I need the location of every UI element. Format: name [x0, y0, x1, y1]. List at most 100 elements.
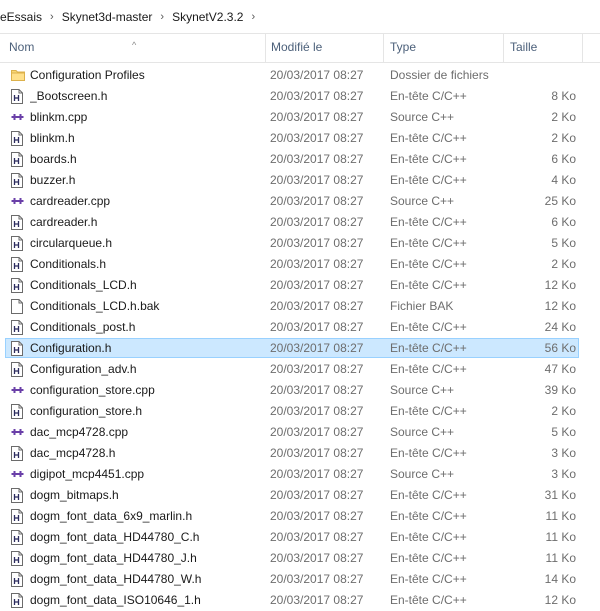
file-list: Configuration Profiles 20/03/2017 08:27 Do…: [0, 65, 600, 611]
file-row[interactable]: cardreader.cpp 20/03/2017 08:27 Source C++…: [0, 191, 600, 212]
file-name: Configuration_adv.h: [30, 362, 137, 376]
file-row[interactable]: _Bootscreen.h 20/03/2017 08:27 En-tête C/C…: [0, 86, 600, 107]
file-type: Dossier de fichiers: [390, 68, 489, 82]
file-modified-date: 20/03/2017 08:27: [270, 299, 364, 313]
file-size: 2 Ko: [551, 110, 576, 124]
file-row[interactable]: dogm_bitmaps.h 20/03/2017 08:27 En-tête C/…: [0, 485, 600, 506]
file-row[interactable]: Configuration_adv.h 20/03/2017 08:27 En-tê…: [0, 359, 600, 380]
file-name: boards.h: [30, 152, 77, 166]
file-type: Source C++: [390, 383, 455, 397]
header-file-icon: [11, 278, 25, 293]
file-row[interactable]: Configuration.h 20/03/2017 08:27 En-tête C…: [0, 338, 600, 359]
file-row[interactable]: dac_mcp4728.cpp 20/03/2017 08:27 Source C+…: [0, 422, 600, 443]
file-type: En-tête C/C++: [390, 446, 467, 460]
header-file-icon: [11, 236, 25, 251]
file-modified-date: 20/03/2017 08:27: [270, 425, 364, 439]
file-modified-date: 20/03/2017 08:27: [270, 341, 364, 355]
file-type: En-tête C/C++: [390, 131, 467, 145]
file-row[interactable]: dogm_font_data_ISO10646_1.h 20/03/2017 08…: [0, 590, 600, 611]
breadcrumb-separator-icon[interactable]: ›: [156, 11, 168, 23]
file-modified-date: 20/03/2017 08:27: [270, 383, 364, 397]
file-row[interactable]: buzzer.h 20/03/2017 08:27 En-tête C/C++ 4 K…: [0, 170, 600, 191]
file-name: dogm_bitmaps.h: [30, 488, 119, 502]
cpp-file-icon: [11, 467, 25, 482]
file-row[interactable]: Conditionals_LCD.h 20/03/2017 08:27 En-têt…: [0, 275, 600, 296]
file-row[interactable]: Configuration Profiles 20/03/2017 08:27 Do…: [0, 65, 600, 86]
file-row[interactable]: blinkm.h 20/03/2017 08:27 En-tête C/C++ 2 K…: [0, 128, 600, 149]
file-name: blinkm.h: [30, 131, 75, 145]
file-row[interactable]: dogm_font_data_6x9_marlin.h 20/03/2017 08…: [0, 506, 600, 527]
file-row[interactable]: circularqueue.h 20/03/2017 08:27 En-tête C…: [0, 233, 600, 254]
file-size: 56 Ko: [544, 341, 576, 355]
folder-icon: [11, 68, 25, 83]
column-header-size-label: Taille: [510, 40, 538, 54]
file-name: circularqueue.h: [30, 236, 113, 250]
file-type: En-tête C/C++: [390, 488, 467, 502]
column-header-type-label: Type: [390, 40, 417, 54]
column-header-type[interactable]: Type: [385, 34, 504, 62]
file-modified-date: 20/03/2017 08:27: [270, 194, 364, 208]
file-type: Source C++: [390, 110, 455, 124]
file-name: Configuration Profiles: [30, 68, 145, 82]
file-size: 3 Ko: [551, 446, 576, 460]
file-size: 24 Ko: [544, 320, 576, 334]
file-modified-date: 20/03/2017 08:27: [270, 236, 364, 250]
file-size: 12 Ko: [544, 593, 576, 607]
header-file-icon: [11, 551, 25, 566]
file-row[interactable]: dogm_font_data_HD44780_C.h 20/03/2017 08:…: [0, 527, 600, 548]
breadcrumb: eEssais › Skynet3d-master › SkynetV2.3.2…: [0, 0, 600, 34]
file-row[interactable]: dogm_font_data_HD44780_J.h 20/03/2017 08:…: [0, 548, 600, 569]
file-size: 47 Ko: [544, 362, 576, 376]
breadcrumb-separator-icon[interactable]: ›: [247, 11, 259, 23]
breadcrumb-item-0[interactable]: eEssais: [0, 10, 46, 24]
file-modified-date: 20/03/2017 08:27: [270, 530, 364, 544]
cpp-file-icon: [11, 383, 25, 398]
file-size: 6 Ko: [551, 215, 576, 229]
file-name: digipot_mcp4451.cpp: [30, 467, 145, 481]
column-header-row: Nom ^ Modifié le Type Taille: [0, 34, 600, 63]
header-file-icon: [11, 593, 25, 608]
file-size: 2 Ko: [551, 404, 576, 418]
file-row[interactable]: dac_mcp4728.h 20/03/2017 08:27 En-tête C/C…: [0, 443, 600, 464]
file-type: Source C++: [390, 467, 455, 481]
file-name: Conditionals_LCD.h.bak: [30, 299, 160, 313]
file-modified-date: 20/03/2017 08:27: [270, 488, 364, 502]
file-type: En-tête C/C++: [390, 173, 467, 187]
header-file-icon: [11, 530, 25, 545]
header-file-icon: [11, 131, 25, 146]
breadcrumb-separator-icon[interactable]: ›: [46, 11, 58, 23]
file-type: Source C++: [390, 194, 455, 208]
file-type: Source C++: [390, 425, 455, 439]
file-row[interactable]: cardreader.h 20/03/2017 08:27 En-tête C/C+…: [0, 212, 600, 233]
file-row[interactable]: blinkm.cpp 20/03/2017 08:27 Source C++ 2 Ko: [0, 107, 600, 128]
breadcrumb-item-2[interactable]: SkynetV2.3.2: [168, 10, 247, 24]
file-row[interactable]: boards.h 20/03/2017 08:27 En-tête C/C++ 6 K…: [0, 149, 600, 170]
file-row[interactable]: configuration_store.cpp 20/03/2017 08:27 S…: [0, 380, 600, 401]
column-header-size[interactable]: Taille: [505, 34, 583, 62]
file-name: _Bootscreen.h: [30, 89, 108, 103]
file-row[interactable]: Conditionals_LCD.h.bak 20/03/2017 08:27 Fi…: [0, 296, 600, 317]
file-modified-date: 20/03/2017 08:27: [270, 152, 364, 166]
file-row[interactable]: Conditionals.h 20/03/2017 08:27 En-tête C/…: [0, 254, 600, 275]
file-size: 4 Ko: [551, 173, 576, 187]
file-type: En-tête C/C++: [390, 89, 467, 103]
breadcrumb-item-1[interactable]: Skynet3d-master: [58, 10, 157, 24]
file-name: Configuration.h: [30, 341, 112, 355]
file-row[interactable]: configuration_store.h 20/03/2017 08:27 En-…: [0, 401, 600, 422]
file-name: cardreader.cpp: [30, 194, 111, 208]
file-row[interactable]: dogm_font_data_HD44780_W.h 20/03/2017 08:…: [0, 569, 600, 590]
file-modified-date: 20/03/2017 08:27: [270, 404, 364, 418]
file-name: dogm_font_data_6x9_marlin.h: [30, 509, 193, 523]
file-type: En-tête C/C++: [390, 530, 467, 544]
file-modified-date: 20/03/2017 08:27: [270, 68, 364, 82]
file-name: Conditionals_post.h: [30, 320, 136, 334]
file-modified-date: 20/03/2017 08:27: [270, 509, 364, 523]
file-size: 11 Ko: [545, 509, 576, 523]
file-type: En-tête C/C++: [390, 362, 467, 376]
file-size: 3 Ko: [551, 467, 576, 481]
column-header-date[interactable]: Modifié le: [266, 34, 384, 62]
column-header-name[interactable]: Nom ^: [4, 34, 266, 62]
file-modified-date: 20/03/2017 08:27: [270, 362, 364, 376]
file-row[interactable]: Conditionals_post.h 20/03/2017 08:27 En-tê…: [0, 317, 600, 338]
file-row[interactable]: digipot_mcp4451.cpp 20/03/2017 08:27 Sourc…: [0, 464, 600, 485]
